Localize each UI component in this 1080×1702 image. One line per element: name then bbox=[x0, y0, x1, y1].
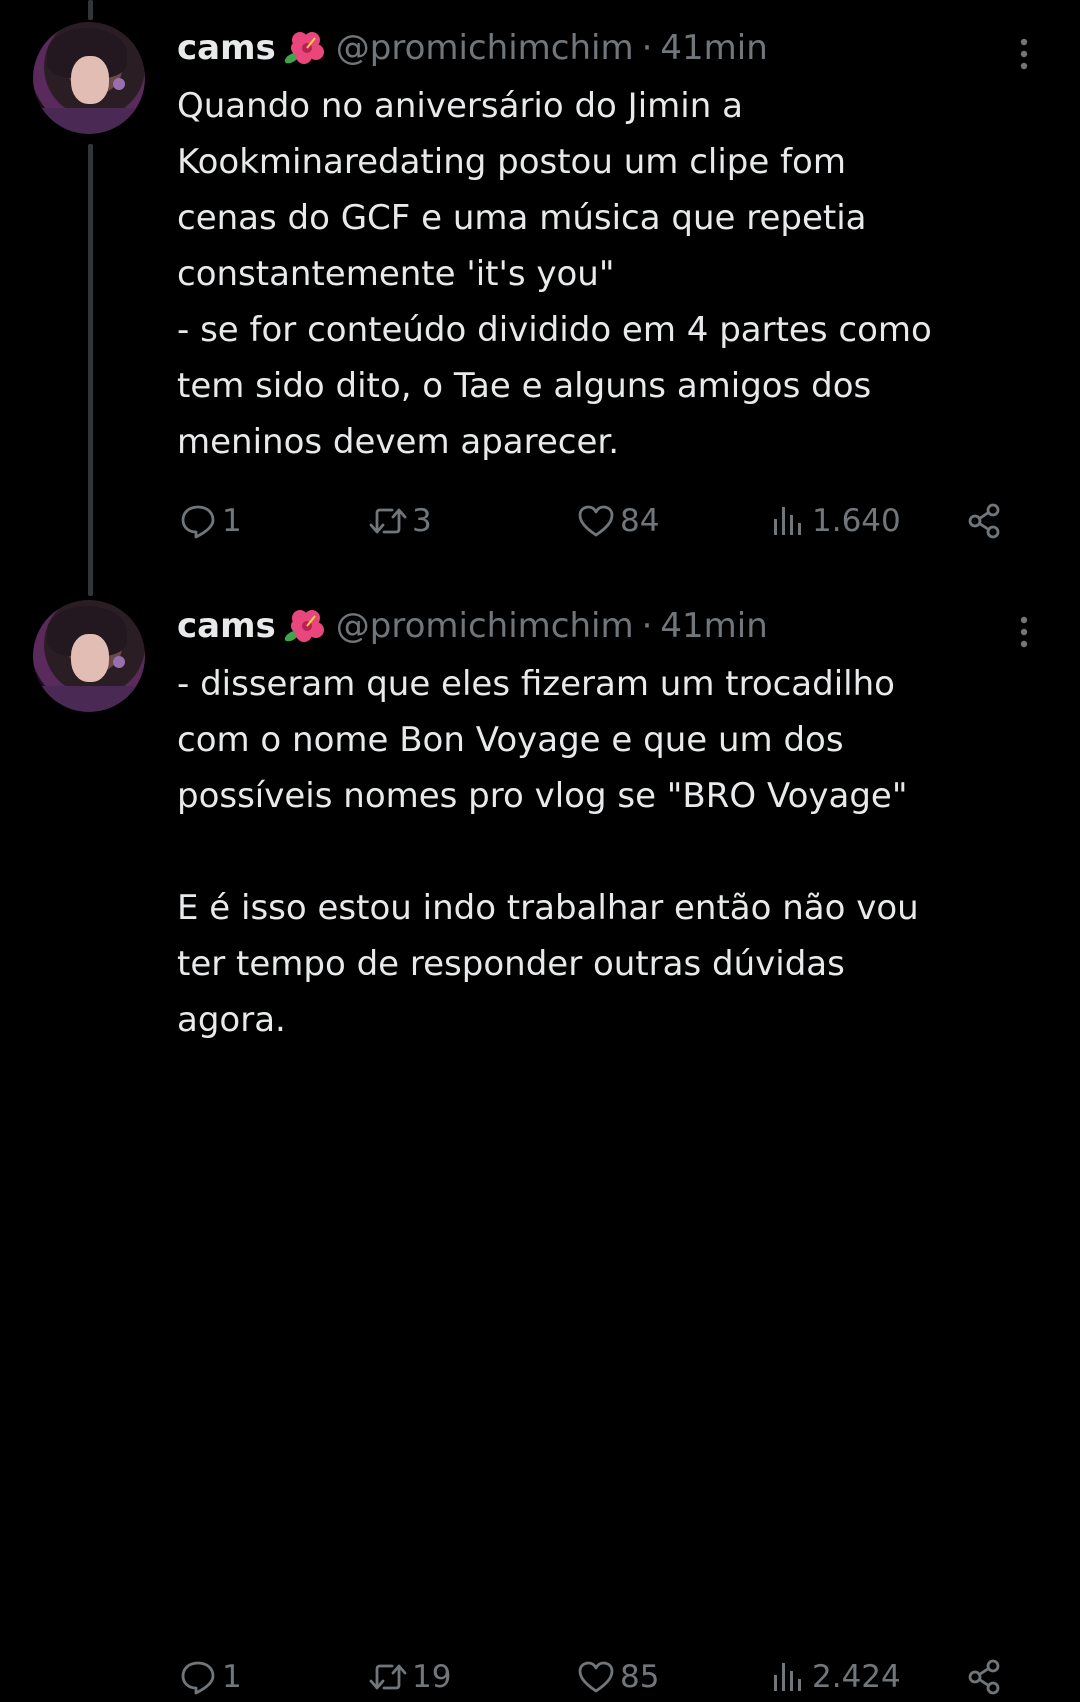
views-icon bbox=[774, 507, 801, 535]
repost-button[interactable]: 3 bbox=[368, 496, 432, 546]
separator-dot: · bbox=[641, 28, 653, 68]
reply-button[interactable]: 1 bbox=[178, 496, 242, 546]
reply-icon bbox=[181, 1661, 215, 1695]
tweet-text: Quando no aniversário do Jimin a Kookmin… bbox=[177, 86, 932, 462]
avatar[interactable] bbox=[33, 22, 145, 134]
like-button[interactable]: 85 bbox=[576, 1652, 659, 1702]
repost-button[interactable]: 19 bbox=[368, 1652, 451, 1702]
avatar[interactable] bbox=[33, 600, 145, 712]
views-count: 2.424 bbox=[812, 1659, 901, 1695]
reply-count: 1 bbox=[222, 503, 242, 539]
timestamp[interactable]: 41min bbox=[660, 28, 767, 68]
repost-icon bbox=[369, 508, 407, 534]
reply-count: 1 bbox=[222, 1659, 242, 1695]
thread-line-top bbox=[88, 0, 93, 20]
reply-icon bbox=[181, 505, 215, 539]
views-count: 1.640 bbox=[812, 503, 901, 539]
views-button[interactable]: 1.640 bbox=[768, 496, 901, 546]
display-name[interactable]: cams bbox=[177, 28, 276, 68]
hibiscus-icon bbox=[282, 606, 326, 646]
share-button[interactable] bbox=[964, 496, 1004, 546]
like-button[interactable]: 84 bbox=[576, 496, 659, 546]
display-name[interactable]: cams bbox=[177, 606, 276, 646]
tweet-text: - disseram que eles fizeram um trocadilh… bbox=[177, 664, 919, 1040]
hibiscus-icon bbox=[282, 28, 326, 68]
timestamp[interactable]: 41min bbox=[660, 606, 767, 646]
views-icon bbox=[774, 1663, 801, 1691]
more-vertical-icon[interactable] bbox=[1012, 612, 1036, 652]
like-count: 85 bbox=[620, 1659, 660, 1695]
like-count: 84 bbox=[620, 503, 660, 539]
heart-icon bbox=[578, 505, 614, 537]
share-icon bbox=[968, 503, 1000, 539]
tweet-header: cams @promichimchim · 41min bbox=[177, 604, 768, 648]
user-handle[interactable]: @promichimchim bbox=[336, 606, 634, 646]
share-button[interactable] bbox=[964, 1652, 1004, 1702]
repost-count: 19 bbox=[412, 1659, 452, 1695]
repost-icon bbox=[369, 1664, 407, 1690]
views-button[interactable]: 2.424 bbox=[768, 1652, 901, 1702]
share-icon bbox=[968, 1659, 1000, 1695]
tweet-actions: 1 3 84 1.640 bbox=[0, 496, 1080, 546]
repost-count: 3 bbox=[412, 503, 432, 539]
user-handle[interactable]: @promichimchim bbox=[336, 28, 634, 68]
separator-dot: · bbox=[641, 606, 653, 646]
heart-icon bbox=[578, 1661, 614, 1693]
tweet-header: cams @promichimchim · 41min bbox=[177, 26, 768, 70]
more-vertical-icon[interactable] bbox=[1012, 34, 1036, 74]
reply-button[interactable]: 1 bbox=[178, 1652, 242, 1702]
tweet-actions: 1 19 85 2.424 bbox=[0, 1652, 1080, 1702]
